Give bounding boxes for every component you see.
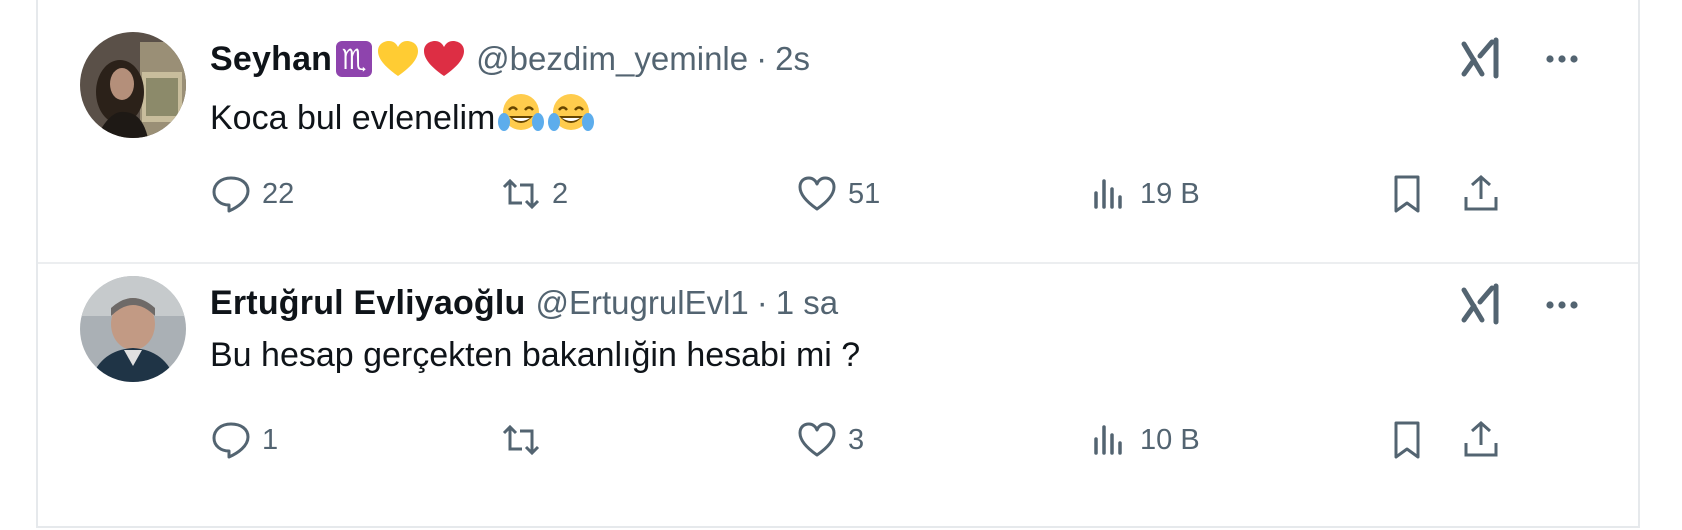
tweet-text-content: Koca bul evlenelim	[210, 99, 496, 137]
avatar[interactable]	[80, 32, 186, 138]
views-button[interactable]: 10 B	[1088, 416, 1200, 464]
tweet-text: Bu hesap gerçekten bakanlığin hesabi mi …	[210, 336, 860, 375]
heart-icon	[798, 176, 836, 211]
views-icon	[1094, 179, 1122, 209]
like-count: 51	[848, 177, 881, 210]
views-button[interactable]: 19 B	[1088, 170, 1200, 218]
share-icon	[1464, 420, 1498, 457]
avatar[interactable]	[80, 276, 186, 382]
tweet-text-content: Bu hesap gerçekten bakanlığin hesabi mi …	[210, 336, 861, 374]
retweet-button[interactable]	[500, 416, 552, 464]
bookmark-button[interactable]	[1386, 170, 1428, 218]
bookmark-icon	[1394, 175, 1420, 213]
timestamp[interactable]: 2s	[775, 40, 810, 78]
scorpio-icon: ♏	[334, 39, 374, 79]
yellow-heart-icon	[376, 39, 420, 79]
more-options-icon[interactable]	[1540, 37, 1584, 81]
red-heart-icon	[422, 39, 466, 79]
views-count: 10 B	[1140, 423, 1200, 456]
tweet-actions: 1 3 10 B	[210, 416, 1590, 464]
display-name[interactable]: Ertuğrul Evliyaoğlu	[210, 284, 526, 323]
tweet[interactable]: Ertuğrul Evliyaoğlu @ErtugrulEvl1 · 1 sa…	[38, 264, 1638, 526]
tweet-top-actions	[1458, 36, 1584, 82]
grok-icon[interactable]	[1458, 36, 1504, 82]
user-handle[interactable]: @bezdim_yeminle	[476, 40, 748, 78]
timestamp[interactable]: 1 sa	[776, 284, 838, 322]
more-options-icon[interactable]	[1540, 283, 1584, 327]
retweet-count: 2	[552, 177, 569, 210]
reply-button[interactable]: 1	[210, 416, 278, 464]
reply-icon	[212, 176, 250, 213]
heart-icon	[798, 422, 836, 457]
reply-icon	[212, 422, 250, 459]
views-icon	[1094, 425, 1122, 455]
tweet[interactable]: Seyhan ♏ @bezdim_yeminle · 2s Koca bul e…	[38, 0, 1638, 262]
bookmark-button[interactable]	[1386, 416, 1428, 464]
like-count: 3	[848, 423, 865, 456]
laughing-tears-icon	[547, 92, 595, 145]
retweet-icon	[502, 178, 540, 210]
views-count: 19 B	[1140, 177, 1200, 210]
retweet-icon	[502, 424, 540, 456]
display-name[interactable]: Seyhan	[210, 40, 332, 79]
grok-icon[interactable]	[1458, 282, 1504, 328]
tweet-top-actions	[1458, 282, 1584, 328]
tweet-header: Seyhan ♏ @bezdim_yeminle · 2s	[210, 34, 810, 84]
laughing-tears-icon	[497, 92, 545, 145]
share-button[interactable]	[1460, 170, 1502, 218]
like-button[interactable]: 51	[796, 170, 880, 218]
share-icon	[1464, 174, 1498, 211]
separator-dot: ·	[756, 40, 768, 77]
retweet-button[interactable]: 2	[500, 170, 568, 218]
tweet-actions: 22 2 51 19 B	[210, 170, 1590, 218]
user-handle[interactable]: @ErtugrulEvl1	[536, 284, 749, 322]
bookmark-icon	[1394, 421, 1420, 459]
timeline: Seyhan ♏ @bezdim_yeminle · 2s Koca bul e…	[36, 0, 1640, 528]
like-button[interactable]: 3	[796, 416, 864, 464]
reply-button[interactable]: 22	[210, 170, 294, 218]
tweet-text: Koca bul evlenelim	[210, 92, 595, 145]
reply-count: 1	[262, 423, 279, 456]
reply-count: 22	[262, 177, 295, 210]
separator-dot: ·	[756, 284, 768, 321]
svg-text:♏: ♏	[342, 43, 367, 76]
share-button[interactable]	[1460, 416, 1502, 464]
tweet-header: Ertuğrul Evliyaoğlu @ErtugrulEvl1 · 1 sa	[210, 278, 838, 328]
